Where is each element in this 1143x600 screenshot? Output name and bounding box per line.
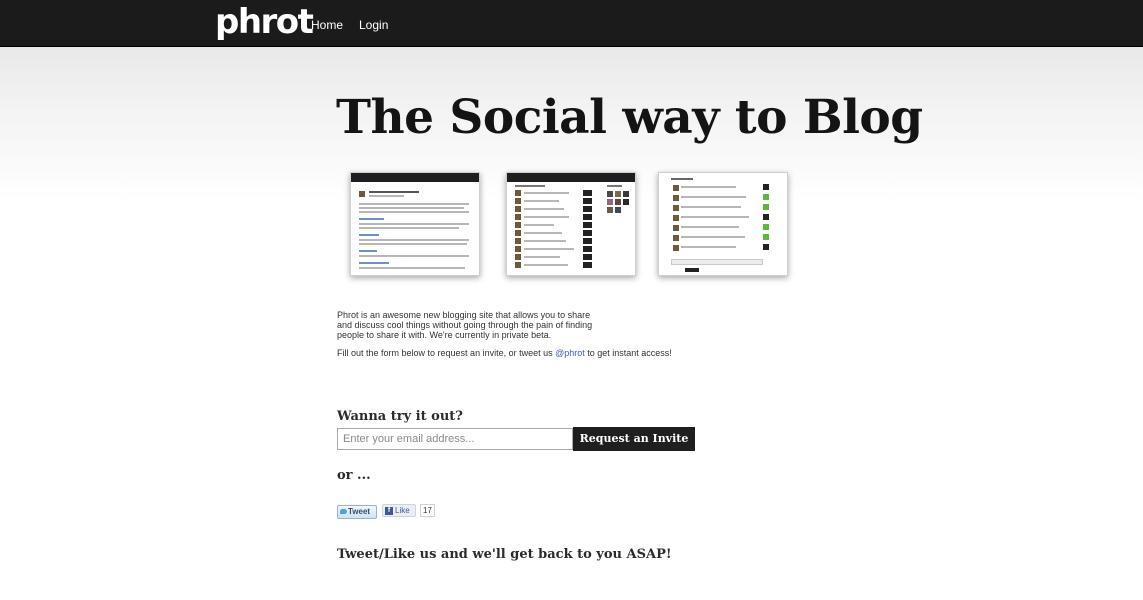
top-navbar: phrot Home Login xyxy=(0,0,1143,47)
or-separator: or ... xyxy=(337,468,371,483)
email-input[interactable] xyxy=(337,428,573,450)
popular-posts-screenshot xyxy=(506,172,636,276)
facebook-like-button[interactable]: f Like xyxy=(382,504,416,517)
intro-paragraph: Phrot is an awesome new blogging site th… xyxy=(337,310,593,340)
tweet-button-label: Tweet xyxy=(348,507,371,516)
avatar xyxy=(359,191,365,197)
phrot-logo[interactable]: phrot xyxy=(215,2,314,42)
signup-heading: Wanna try it out? xyxy=(337,409,463,424)
phrot-twitter-link[interactable]: @phrot xyxy=(555,348,585,358)
closing-message: Tweet/Like us and we'll get back to you … xyxy=(337,547,672,562)
tweet-button[interactable]: Tweet xyxy=(337,505,377,519)
nav-home-link[interactable]: Home xyxy=(311,18,343,32)
invite-instructions-prefix: Fill out the form below to request an in… xyxy=(337,348,556,358)
blog-post-screenshot xyxy=(350,172,480,276)
request-invite-button[interactable]: Request an Invite xyxy=(573,427,695,451)
hero-headline: The Social way to Blog xyxy=(336,90,923,145)
invite-instructions: Fill out the form below to request an in… xyxy=(337,348,672,358)
invite-instructions-suffix: to get instant access! xyxy=(584,348,672,358)
facebook-icon: f xyxy=(385,507,393,515)
like-button-label: Like xyxy=(395,506,410,515)
twitter-bird-icon xyxy=(340,509,347,514)
screenshot-header-bar xyxy=(351,173,479,182)
nav-login-link[interactable]: Login xyxy=(359,18,388,32)
screenshot-header-bar xyxy=(507,173,635,182)
like-count: 17 xyxy=(420,504,435,517)
comments-screenshot xyxy=(658,172,788,276)
